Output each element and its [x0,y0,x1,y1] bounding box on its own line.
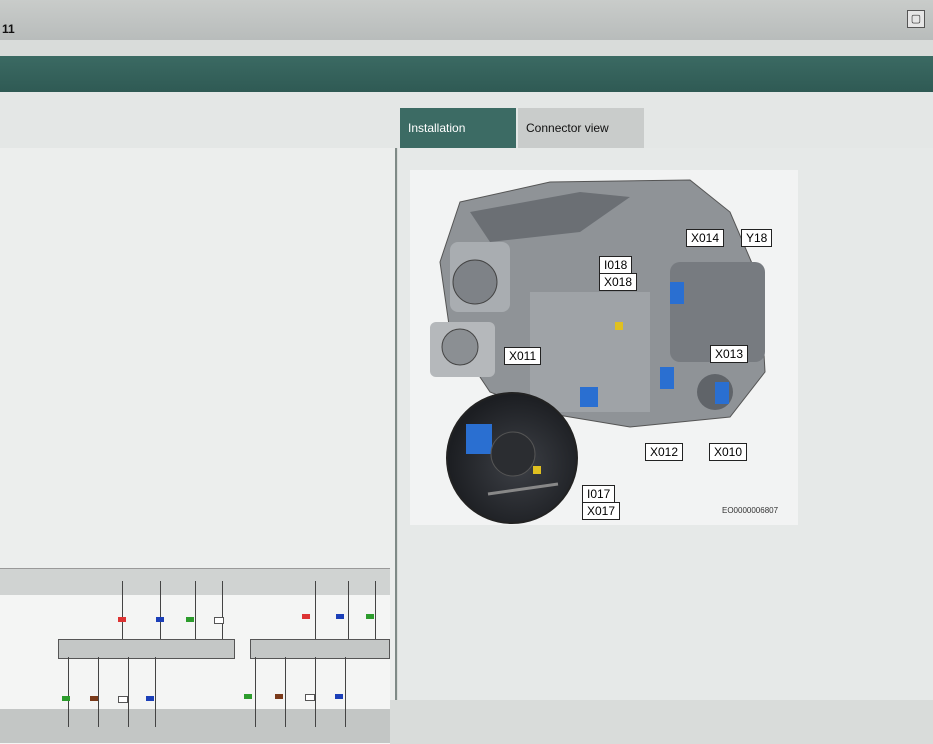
callout-label: X012 [645,443,684,461]
callout-label: X011 [504,347,542,365]
callout-label: I018 [599,256,633,274]
window-icon[interactable]: ▢ [907,10,925,28]
diagram-wire [160,581,161,639]
diagram-component [250,639,390,659]
header-bar [0,56,933,92]
wire-color-swatch [244,694,252,699]
tab-installation-location[interactable]: Installation Location [400,108,516,175]
diagram-wire [285,657,286,727]
diagram-wire [155,657,156,727]
callout-label: X018 [599,273,638,291]
diagram-wire [98,657,99,727]
diagram-component [58,639,235,659]
window-title: 11 [2,22,15,36]
wire-color-swatch [366,614,374,619]
diagram-wire [255,657,256,727]
tab-connector-view[interactable]: Connector view [518,108,644,148]
callout-label: I017 [582,485,616,503]
diagram-wire [315,657,316,727]
diagram-wire [375,581,376,639]
callout-label: X017 [582,502,621,520]
diagram-wire [195,581,196,639]
diagram-wire [68,657,69,727]
diagram-wire [348,581,349,639]
wire-color-swatch [90,696,98,701]
diagram-wire [222,581,223,639]
detail-magnifier [446,392,578,524]
figure-doc-id: EO0000006807 [722,506,779,515]
callout-label: X014 [686,229,725,247]
callout-label: Y18 [741,229,773,247]
wire-color-swatch [336,614,344,619]
wire-color-swatch [62,696,70,701]
wire-color-swatch [146,696,154,701]
diagram-wire [122,581,123,639]
diagram-wire [128,657,129,727]
callout-label: X013 [710,345,749,363]
wire-color-swatch [118,617,126,622]
wire-color-swatch [156,617,164,622]
diagram-band [0,709,390,743]
wire-color-swatch [186,617,194,622]
connector-detail [466,424,559,496]
callout-label: X010 [709,443,748,461]
diagram-wire [315,581,316,639]
wiring-diagram[interactable] [0,568,390,744]
wire-color-swatch [214,617,224,624]
engine-illustration [430,179,766,428]
wire-color-swatch [302,614,310,619]
title-bar: 11 ▢ [0,0,933,40]
diagram-wire [345,657,346,727]
wiring-diagram-pane [0,148,397,744]
wire-color-swatch [335,694,343,699]
wire-color-swatch [275,694,283,699]
